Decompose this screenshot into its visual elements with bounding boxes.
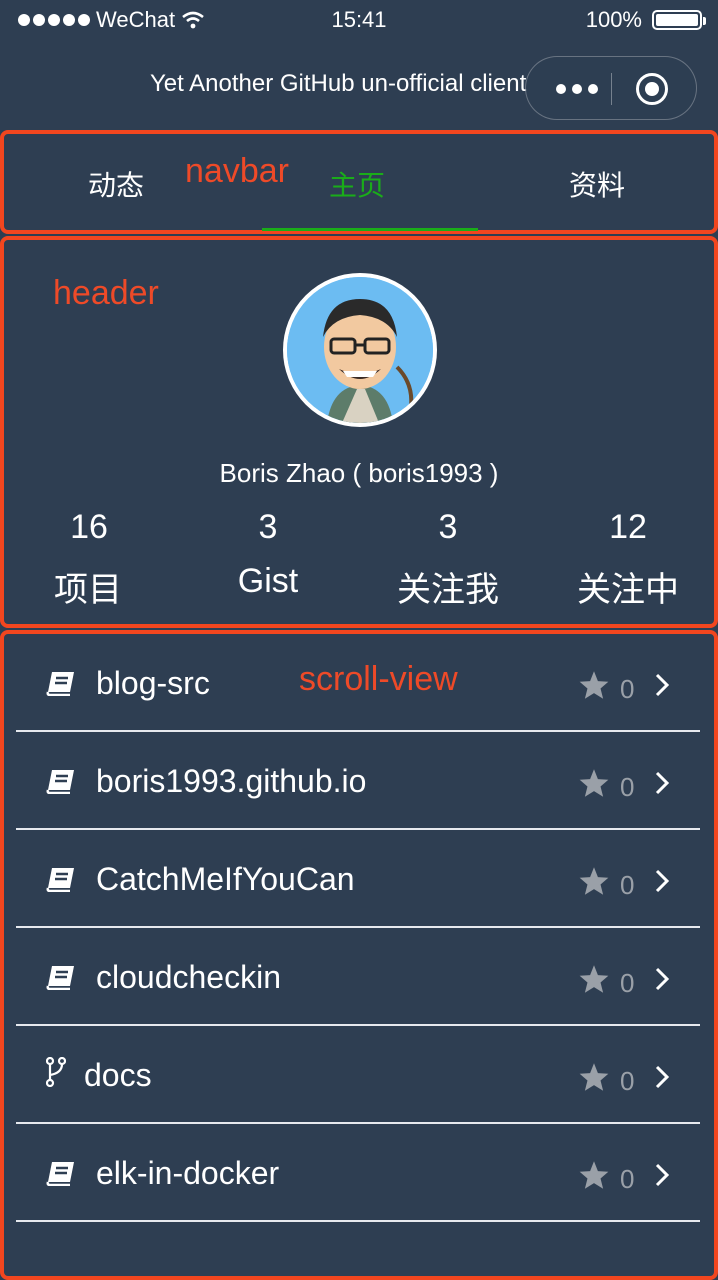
star-count: 0 — [620, 870, 635, 900]
avatar-image — [287, 277, 433, 423]
repo-row[interactable]: cloudcheckin 0 — [16, 926, 700, 1026]
battery-fill — [656, 14, 698, 26]
chevron-right-icon[interactable] — [654, 966, 670, 997]
page-title: Yet Another GitHub un-official client — [150, 70, 527, 97]
stat-following-label[interactable]: 关注中 — [548, 562, 708, 611]
repo-name: blog-src — [96, 665, 210, 701]
tab-home[interactable]: 主页 — [329, 164, 385, 204]
chevron-right-icon[interactable] — [654, 1162, 670, 1193]
star-count: 0 — [620, 772, 635, 802]
star-icon — [578, 1160, 610, 1195]
battery-percent: 100% — [585, 7, 642, 32]
repo-name: CatchMeIfYouCan — [96, 861, 355, 897]
header-annotation-label: header — [53, 274, 159, 312]
active-tab-indicator — [262, 228, 478, 231]
status-bar: WeChat 15:41 100% — [0, 0, 718, 42]
book-icon — [46, 670, 78, 701]
tab-activity[interactable]: 动态 — [88, 164, 144, 204]
profile-name: Boris Zhao ( boris1993 ) — [219, 458, 499, 488]
star-icon — [578, 670, 610, 705]
scroll-view-annotation-label: scroll-view — [299, 660, 458, 698]
stat-followers-label[interactable]: 关注我 — [368, 562, 528, 611]
fork-icon — [45, 1056, 67, 1092]
star-count: 0 — [620, 1066, 635, 1096]
navbar-annotation-label: navbar — [185, 152, 289, 190]
avatar — [283, 273, 437, 427]
repo-row[interactable]: boris1993.github.io 0 — [16, 730, 700, 830]
chevron-right-icon[interactable] — [654, 1064, 670, 1095]
target-icon[interactable] — [636, 73, 668, 105]
star-count: 0 — [620, 674, 635, 704]
chevron-right-icon[interactable] — [654, 770, 670, 801]
stat-gist-value[interactable]: 3 — [208, 508, 328, 547]
repo-name: boris1993.github.io — [96, 763, 367, 799]
tab-profile[interactable]: 资料 — [569, 164, 625, 204]
stat-followers-value[interactable]: 3 — [388, 508, 508, 547]
stat-gist-label[interactable]: Gist — [188, 562, 348, 601]
battery-group: 100% — [585, 7, 706, 33]
stat-projects-value[interactable]: 16 — [29, 508, 149, 547]
repo-row[interactable]: elk-in-docker 0 — [16, 1122, 700, 1222]
stat-following-value[interactable]: 12 — [568, 508, 688, 547]
capsule-divider — [611, 73, 612, 105]
mini-program-capsule — [525, 56, 697, 120]
star-icon — [578, 768, 610, 803]
chevron-right-icon[interactable] — [654, 868, 670, 899]
star-icon — [578, 1062, 610, 1097]
repo-row[interactable]: CatchMeIfYouCan 0 — [16, 828, 700, 928]
repo-row[interactable]: docs 0 — [16, 1024, 700, 1124]
repo-name: elk-in-docker — [96, 1155, 280, 1191]
battery-icon — [652, 10, 706, 30]
book-icon — [46, 964, 78, 995]
stat-projects-label[interactable]: 项目 — [8, 562, 168, 611]
chevron-right-icon[interactable] — [654, 672, 670, 703]
star-count: 0 — [620, 1164, 635, 1194]
star-icon — [578, 964, 610, 999]
star-count: 0 — [620, 968, 635, 998]
repo-name: cloudcheckin — [96, 959, 281, 995]
star-icon — [578, 866, 610, 901]
more-icon[interactable] — [556, 84, 598, 94]
book-icon — [46, 768, 78, 799]
book-icon — [46, 1160, 78, 1191]
repo-name: docs — [84, 1057, 152, 1093]
book-icon — [46, 866, 78, 897]
